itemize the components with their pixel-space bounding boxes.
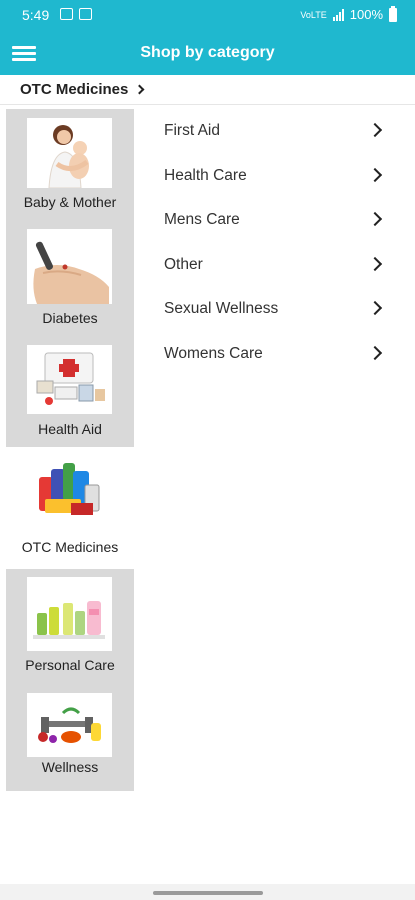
- personal-care-image: [27, 577, 112, 651]
- battery-percent: 100%: [349, 7, 383, 22]
- category-label: Diabetes: [42, 310, 98, 326]
- status-time: 5:49: [22, 7, 50, 23]
- subcategory-other[interactable]: Other: [134, 243, 415, 288]
- category-wellness[interactable]: Wellness: [6, 685, 134, 791]
- subcategory-womens-care[interactable]: Womens Care: [134, 332, 415, 377]
- subcategory-label: Other: [164, 255, 203, 273]
- chevron-right-icon: [134, 84, 145, 95]
- battery-icon: [389, 5, 397, 22]
- status-right: VoLTE 100%: [300, 5, 397, 22]
- gallery-notification-icon: [60, 8, 73, 20]
- status-bar: 5:49 VoLTE 100%: [0, 0, 415, 32]
- subcategory-label: Health Care: [164, 166, 247, 184]
- chevron-right-icon: [367, 345, 383, 360]
- diabetes-image: [27, 229, 112, 304]
- chevron-right-icon: [367, 122, 383, 138]
- subcategory-label: Sexual Wellness: [164, 300, 279, 317]
- otc-medicines-image: [27, 459, 112, 529]
- subcategory-label: Mens Care: [164, 211, 240, 228]
- signal-icon: [332, 8, 344, 21]
- category-label: OTC Medicines: [21, 539, 119, 555]
- breadcrumb-item[interactable]: OTC Medicines: [20, 81, 145, 98]
- breadcrumb: OTC Medicines: [0, 75, 415, 105]
- notification-icons: [60, 8, 92, 20]
- message-notification-icon: [79, 8, 92, 20]
- category-health-aid[interactable]: Health Aid: [6, 341, 134, 447]
- volte-icon: VoLTE: [300, 9, 327, 20]
- subcategory-label: Womens Care: [164, 344, 263, 362]
- category-label: Wellness: [41, 759, 99, 775]
- chevron-right-icon: [367, 256, 383, 271]
- breadcrumb-label: OTC Medicines: [20, 81, 129, 98]
- chevron-right-icon: [367, 300, 383, 316]
- subcategory-mens-care[interactable]: Mens Care: [134, 198, 415, 243]
- subcategory-health-care[interactable]: Health Care: [134, 154, 415, 199]
- subcategory-list: First Aid Health Care Mens Care Other Se…: [134, 109, 415, 376]
- category-label: Personal Care: [25, 657, 115, 673]
- chevron-right-icon: [367, 211, 383, 227]
- page-title: Shop by category: [140, 44, 275, 61]
- category-diabetes[interactable]: Diabetes: [6, 225, 134, 341]
- category-sidebar: Baby & Mother Diabetes Health Aid OTC Me…: [6, 109, 134, 791]
- baby-mother-image: [27, 118, 112, 188]
- wellness-image: [27, 693, 112, 757]
- category-label: Health Aid: [38, 421, 102, 437]
- subcategory-label: First Aid: [164, 122, 220, 139]
- chevron-right-icon: [367, 167, 383, 182]
- app-bar: Shop by category: [0, 32, 415, 75]
- subcategory-first-aid[interactable]: First Aid: [134, 109, 415, 154]
- home-gesture-handle[interactable]: [153, 891, 263, 895]
- category-baby-mother[interactable]: Baby & Mother: [6, 109, 134, 225]
- health-aid-image: [27, 345, 112, 414]
- category-otc-medicines[interactable]: OTC Medicines: [6, 451, 134, 569]
- subcategory-sexual-wellness[interactable]: Sexual Wellness: [134, 287, 415, 332]
- system-nav-bar: [0, 884, 415, 900]
- category-label: Baby & Mother: [23, 194, 117, 210]
- category-personal-care[interactable]: Personal Care: [6, 569, 134, 685]
